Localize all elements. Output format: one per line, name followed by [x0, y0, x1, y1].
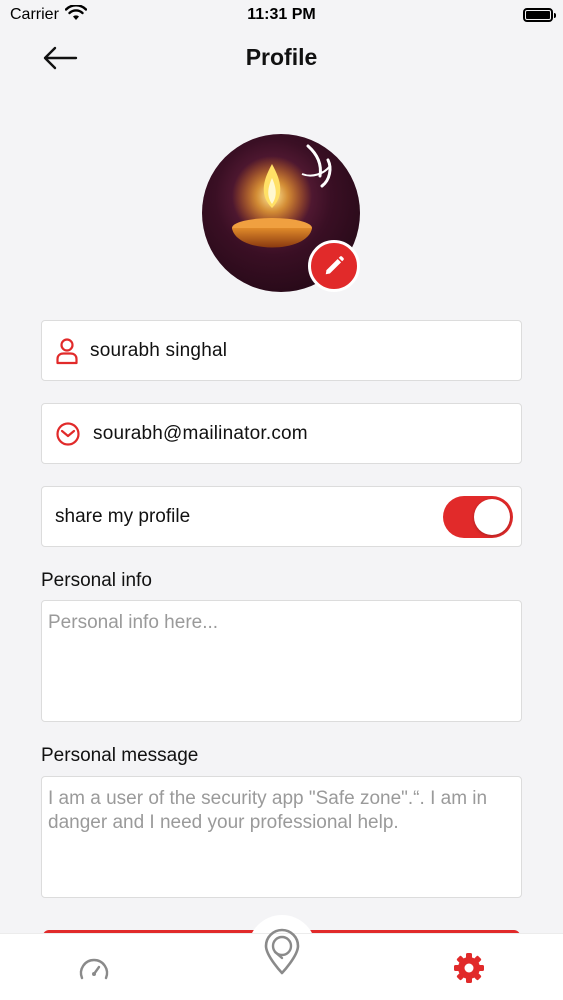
status-left: Carrier: [10, 3, 88, 26]
share-profile-row: share my profile: [41, 486, 522, 547]
carrier-label: Carrier: [10, 6, 59, 23]
edit-avatar-button[interactable]: [308, 240, 360, 292]
speedometer-icon: [79, 958, 109, 979]
tab-dashboard[interactable]: [54, 934, 134, 1000]
navigation-bar: Profile: [0, 30, 563, 86]
personal-message-input[interactable]: I am a user of the security app "Safe zo…: [41, 776, 522, 898]
pencil-icon: [325, 256, 344, 275]
personal-info-input[interactable]: [41, 600, 522, 722]
location-pin-icon: [264, 928, 300, 974]
mail-icon: [55, 421, 81, 447]
name-value: sourabh singhal: [90, 339, 228, 361]
battery-icon: [523, 8, 556, 22]
avatar-container: [202, 134, 362, 294]
wifi-icon: [64, 3, 88, 26]
user-icon: [54, 337, 80, 364]
toggle-knob: [474, 498, 510, 535]
tab-location[interactable]: [242, 918, 322, 985]
tab-settings[interactable]: [429, 934, 509, 1000]
share-profile-label: share my profile: [55, 505, 191, 527]
settings-gear-icon: [454, 952, 484, 983]
share-profile-toggle[interactable]: [443, 495, 513, 538]
tab-bar: [0, 928, 563, 1000]
email-field[interactable]: sourabh@mailinator.com: [41, 403, 522, 464]
status-bar: Carrier 11:31 PM: [0, 0, 563, 30]
page-title: Profile: [245, 44, 318, 70]
email-value: sourabh@mailinator.com: [93, 422, 308, 444]
personal-info-label: Personal info: [41, 570, 152, 591]
personal-message-label: Personal message: [41, 745, 199, 766]
name-field[interactable]: sourabh singhal: [41, 320, 522, 381]
